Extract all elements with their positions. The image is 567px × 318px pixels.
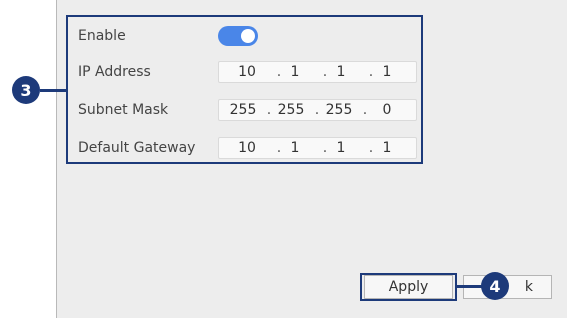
ip-address-label: IP Address bbox=[78, 64, 151, 80]
callout-4-badge: 4 bbox=[481, 272, 509, 300]
gateway-octet-3[interactable]: 1 bbox=[321, 140, 361, 156]
back-button-label: k bbox=[524, 279, 533, 295]
ip-address-row: IP Address bbox=[78, 61, 216, 83]
subnet-mask-row: Subnet Mask bbox=[78, 99, 216, 121]
callout-3-badge: 3 bbox=[12, 76, 40, 104]
gateway-field[interactable]: 10 . 1 . 1 . 1 bbox=[218, 137, 417, 159]
gateway-octet-1[interactable]: 10 bbox=[227, 140, 267, 156]
subnet-octet-2[interactable]: 255 bbox=[271, 102, 311, 118]
subnet-octet-1[interactable]: 255 bbox=[223, 102, 263, 118]
callout-4-connector bbox=[455, 285, 483, 288]
enable-toggle[interactable] bbox=[218, 26, 258, 46]
subnet-octet-3[interactable]: 255 bbox=[319, 102, 359, 118]
callout-3-connector bbox=[40, 89, 68, 92]
subnet-mask-field[interactable]: 255 . 255 . 255 . 0 bbox=[218, 99, 417, 121]
apply-highlight-frame bbox=[360, 273, 457, 301]
subnet-mask-label: Subnet Mask bbox=[78, 102, 169, 118]
gateway-octet-4[interactable]: 1 bbox=[367, 140, 407, 156]
ip-address-field[interactable]: 10 . 1 . 1 . 1 bbox=[218, 61, 417, 83]
subnet-octet-4[interactable]: 0 bbox=[367, 102, 407, 118]
gateway-label: Default Gateway bbox=[78, 140, 196, 156]
gateway-row: Default Gateway bbox=[78, 137, 216, 159]
ip-octet-1[interactable]: 10 bbox=[227, 64, 267, 80]
ip-octet-4[interactable]: 1 bbox=[367, 64, 407, 80]
toggle-knob bbox=[241, 29, 255, 43]
ip-octet-3[interactable]: 1 bbox=[321, 64, 361, 80]
enable-label: Enable bbox=[78, 28, 126, 44]
ip-octet-2[interactable]: 1 bbox=[275, 64, 315, 80]
gateway-octet-2[interactable]: 1 bbox=[275, 140, 315, 156]
enable-row: Enable bbox=[78, 25, 216, 47]
